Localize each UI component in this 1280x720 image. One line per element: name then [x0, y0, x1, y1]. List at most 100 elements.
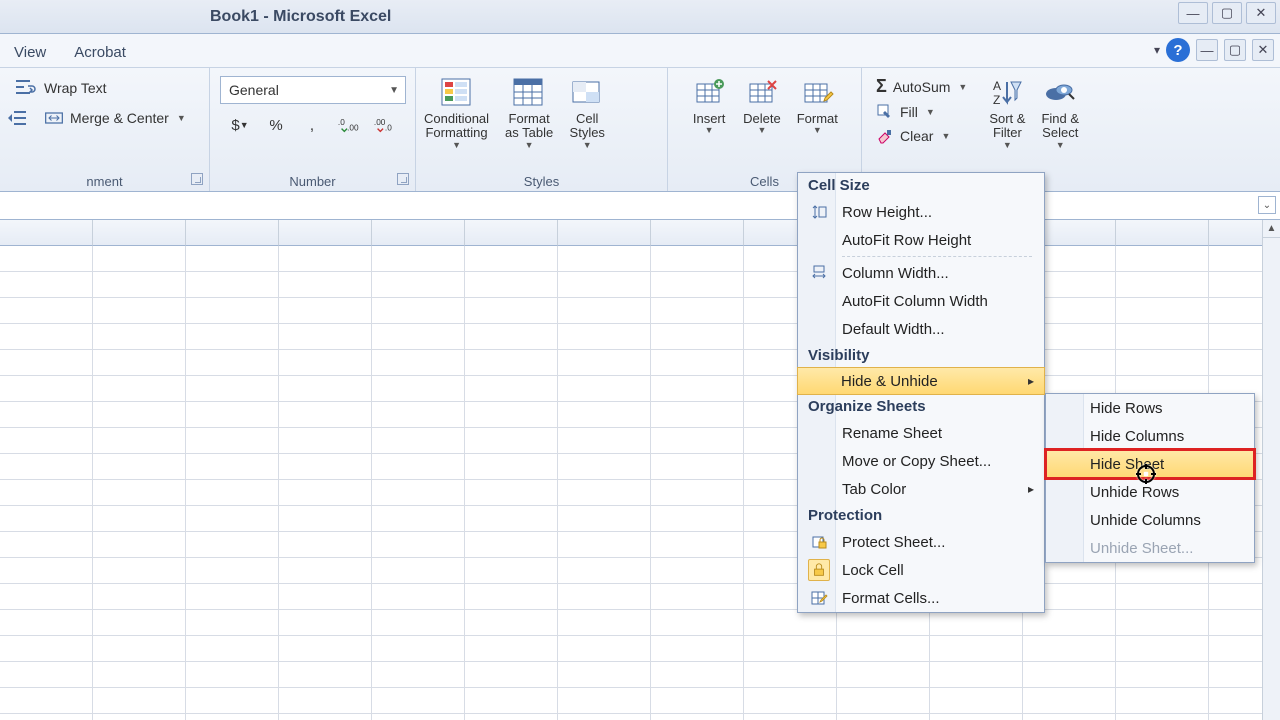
- cell[interactable]: [0, 376, 93, 402]
- cell[interactable]: [465, 428, 558, 454]
- column-header[interactable]: [1116, 220, 1209, 246]
- cell[interactable]: [279, 272, 372, 298]
- column-header[interactable]: [465, 220, 558, 246]
- cell[interactable]: [279, 558, 372, 584]
- cell[interactable]: [93, 662, 186, 688]
- cell[interactable]: [651, 688, 744, 714]
- cell[interactable]: [465, 610, 558, 636]
- cell[interactable]: [372, 506, 465, 532]
- cell[interactable]: [372, 636, 465, 662]
- cell[interactable]: [186, 246, 279, 272]
- cell[interactable]: [186, 584, 279, 610]
- column-header[interactable]: [558, 220, 651, 246]
- cell[interactable]: [0, 350, 93, 376]
- cell-styles-button[interactable]: Cell Styles▼: [561, 72, 613, 150]
- minimize-ribbon-icon[interactable]: ▾: [1154, 43, 1160, 57]
- sort-filter-button[interactable]: AZ Sort & Filter▼: [981, 72, 1033, 150]
- menu-lock-cell[interactable]: Lock Cell: [798, 556, 1044, 584]
- merge-center-button[interactable]: Merge & Center ▼: [36, 106, 194, 130]
- cell[interactable]: [0, 558, 93, 584]
- cell[interactable]: [651, 610, 744, 636]
- cell[interactable]: [651, 662, 744, 688]
- cell[interactable]: [558, 272, 651, 298]
- cell[interactable]: [1116, 688, 1209, 714]
- decrease-indent-icon[interactable]: [6, 106, 30, 130]
- cell[interactable]: [186, 272, 279, 298]
- cell[interactable]: [0, 480, 93, 506]
- cell[interactable]: [651, 428, 744, 454]
- cell[interactable]: [93, 402, 186, 428]
- cell[interactable]: [372, 402, 465, 428]
- window-min-button[interactable]: —: [1196, 39, 1218, 61]
- number-format-combo[interactable]: General ▼: [220, 76, 406, 104]
- cell[interactable]: [837, 714, 930, 720]
- menu-row-height[interactable]: Row Height...: [798, 198, 1044, 226]
- cell[interactable]: [279, 402, 372, 428]
- cell[interactable]: [279, 610, 372, 636]
- cell[interactable]: [558, 480, 651, 506]
- cell[interactable]: [651, 454, 744, 480]
- find-select-button[interactable]: Find & Select▼: [1033, 72, 1087, 150]
- cell[interactable]: [279, 584, 372, 610]
- cell[interactable]: [1116, 246, 1209, 272]
- cell[interactable]: [558, 714, 651, 720]
- submenu-hide-rows[interactable]: Hide Rows: [1046, 394, 1254, 422]
- menu-autofit-row[interactable]: AutoFit Row Height: [798, 226, 1044, 254]
- cell[interactable]: [372, 610, 465, 636]
- cell[interactable]: [558, 324, 651, 350]
- cell[interactable]: [558, 506, 651, 532]
- cell[interactable]: [1023, 662, 1116, 688]
- cell[interactable]: [1116, 324, 1209, 350]
- cell[interactable]: [279, 688, 372, 714]
- cell[interactable]: [465, 246, 558, 272]
- vertical-scrollbar[interactable]: ▲: [1262, 220, 1280, 720]
- cell[interactable]: [465, 662, 558, 688]
- format-as-table-button[interactable]: Format as Table▼: [497, 72, 561, 150]
- cell[interactable]: [651, 298, 744, 324]
- cell[interactable]: [0, 246, 93, 272]
- cell[interactable]: [465, 714, 558, 720]
- cell[interactable]: [372, 376, 465, 402]
- number-launcher[interactable]: [397, 173, 409, 185]
- column-header[interactable]: [0, 220, 93, 246]
- cell[interactable]: [372, 688, 465, 714]
- menu-autofit-column[interactable]: AutoFit Column Width: [798, 287, 1044, 315]
- cell[interactable]: [558, 584, 651, 610]
- menu-hide-unhide[interactable]: Hide & Unhide: [797, 367, 1045, 395]
- cell[interactable]: [744, 610, 837, 636]
- cell[interactable]: [372, 480, 465, 506]
- menu-tab-color[interactable]: Tab Color: [798, 475, 1044, 503]
- cell[interactable]: [651, 350, 744, 376]
- cell[interactable]: [372, 454, 465, 480]
- cell[interactable]: [372, 584, 465, 610]
- cell[interactable]: [0, 584, 93, 610]
- fill-button[interactable]: Fill▼: [868, 101, 975, 123]
- restore-button[interactable]: ▢: [1212, 2, 1242, 24]
- cell[interactable]: [279, 454, 372, 480]
- cell[interactable]: [465, 558, 558, 584]
- cell[interactable]: [279, 324, 372, 350]
- submenu-unhide-sheet[interactable]: Unhide Sheet...: [1046, 534, 1254, 562]
- cell[interactable]: [651, 324, 744, 350]
- insert-button[interactable]: Insert▼: [683, 72, 735, 136]
- cell[interactable]: [465, 324, 558, 350]
- cell[interactable]: [279, 636, 372, 662]
- cell[interactable]: [930, 636, 1023, 662]
- cell[interactable]: [651, 376, 744, 402]
- cell[interactable]: [372, 246, 465, 272]
- cell[interactable]: [930, 688, 1023, 714]
- column-header[interactable]: [93, 220, 186, 246]
- cell[interactable]: [372, 272, 465, 298]
- cell[interactable]: [465, 636, 558, 662]
- cell[interactable]: [93, 584, 186, 610]
- cell[interactable]: [0, 688, 93, 714]
- cell[interactable]: [837, 662, 930, 688]
- cell[interactable]: [93, 298, 186, 324]
- cell[interactable]: [93, 350, 186, 376]
- cell[interactable]: [465, 376, 558, 402]
- cell[interactable]: [93, 558, 186, 584]
- menu-format-cells[interactable]: Format Cells...: [798, 584, 1044, 612]
- cell[interactable]: [279, 480, 372, 506]
- window-close-button[interactable]: ✕: [1252, 39, 1274, 61]
- cell[interactable]: [558, 298, 651, 324]
